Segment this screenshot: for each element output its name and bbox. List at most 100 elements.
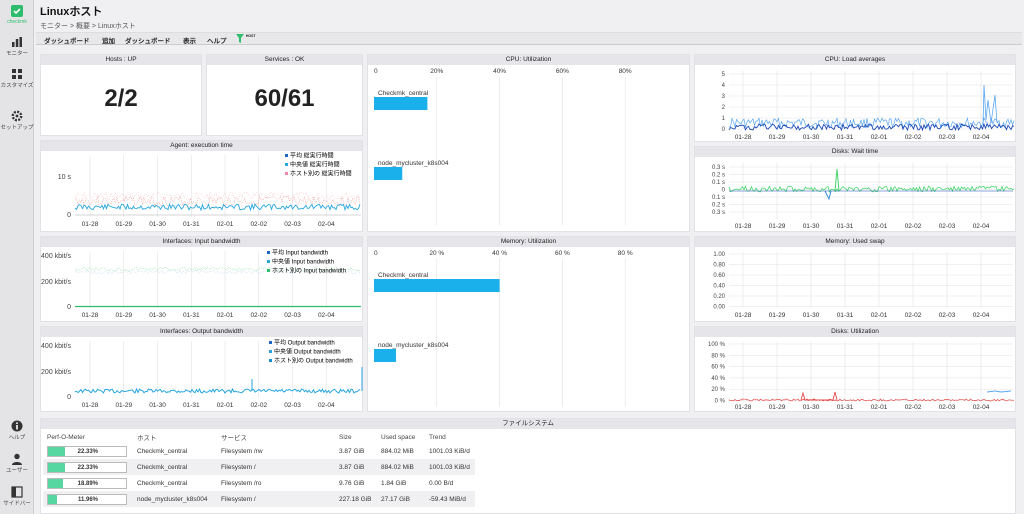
dashlet-title: Interfaces: Input bandwidth: [41, 237, 362, 247]
x-tick-label: 01-28: [82, 402, 99, 409]
memory-utilization-chart[interactable]: 0 20 % 40 % 60 % 80 % Checkmk_central node_myc…: [368, 247, 691, 413]
bar[interactable]: [374, 279, 500, 292]
y-tick: 0.20: [713, 294, 725, 300]
x-tick-label: 60 %: [555, 250, 570, 257]
menu-add[interactable]: 追加: [102, 35, 115, 45]
menu-display[interactable]: 表示: [183, 35, 196, 45]
x-tick-label: 01-30: [149, 221, 166, 228]
y-tick: 0: [67, 212, 71, 219]
y-tick: 0: [722, 127, 726, 133]
sidebar-item-customize[interactable]: カスタマイズ: [0, 68, 34, 89]
x-tick-label: 02-03: [939, 404, 956, 411]
table-row[interactable]: 18.89% Checkmk_central Filesystem /ro 9.7…: [43, 475, 475, 491]
x-tick-label: 80 %: [618, 250, 633, 257]
y-tick: 1.00: [713, 252, 725, 258]
menu-help[interactable]: ヘルプ: [207, 35, 227, 45]
x-tick-label: 01-30: [803, 223, 820, 230]
dashlet-title: Disks: Wait time: [695, 147, 1015, 157]
table-row[interactable]: 22.33% Checkmk_central Filesystem / 3.87 …: [43, 459, 475, 475]
x-tick-label: 01-29: [769, 404, 786, 411]
series-line: [74, 387, 361, 394]
bar-label: Checkmk_central: [378, 90, 429, 97]
input-bandwidth-graph[interactable]: 400 kbit/s 200 kbit/s 0 01-28 01-29 01-30 0…: [41, 247, 364, 323]
svg-text:中央値 総実行時間: 中央値 総実行時間: [290, 161, 340, 169]
dashlet-title: ファイルシステム: [41, 419, 1015, 429]
legend: 平均 総実行時間 中央値 総実行時間 ホスト別の 総実行時間: [285, 152, 352, 178]
filter-icon: [236, 34, 244, 43]
sidebar-item-user[interactable]: ユーザー: [0, 453, 34, 474]
hosts-up-count[interactable]: 2/2: [41, 85, 201, 113]
cpu-utilization-chart[interactable]: 0 20% 40% 60% 80% Checkmk_central node_myclust…: [368, 65, 691, 233]
x-tick-label: 01-31: [837, 312, 854, 319]
y-tick: 2: [722, 105, 726, 111]
svg-text:平均 総実行時間: 平均 総実行時間: [290, 152, 334, 160]
cpu-load-graph[interactable]: 5 4 3 2 1 0 01-28 01-29 01-30 01-31 02-01 02-02 02-…: [695, 65, 1017, 143]
dashlet-title: Services : OK: [207, 55, 362, 65]
sidebar: checkmk モニター カスタマイズ セットアップ ヘルプ ユーザー サイドバ…: [0, 0, 34, 514]
x-tick-label: 01-28: [735, 404, 752, 411]
x-tick-label: 60%: [556, 68, 569, 75]
table-row[interactable]: 22.33% Checkmk_central Filesystem /rw 3.8…: [43, 443, 475, 459]
x-tick-label: 02-02: [905, 134, 922, 141]
x-tick-label: 02-01: [217, 402, 234, 409]
menu-dashboard[interactable]: ダッシュボード: [44, 35, 90, 45]
y-tick: 40 %: [711, 376, 725, 382]
disk-wait-time-graph[interactable]: 0.3 s0.2 s0.1 s00.1 s0.2 s0.3 s 01-28 01-…: [695, 157, 1017, 233]
dashlet-title: Agent: execution time: [41, 141, 362, 151]
bar[interactable]: [374, 97, 428, 110]
agent-exec-time-graph[interactable]: 10 s 0 01-28 01-29 01-30 01-31 02-01 02-02 02-…: [41, 151, 364, 233]
perf-o-meter: 22.33%: [47, 461, 127, 473]
y-tick: 1: [722, 116, 726, 122]
x-tick-label: 01-30: [149, 312, 166, 319]
x-tick-label: 02-01: [217, 221, 234, 228]
sidebar-item-help[interactable]: ヘルプ: [0, 420, 34, 441]
disk-utilization-dashlet: Disks: Utilization 100 % 80 % 60 % 40 % 20 %…: [694, 326, 1016, 412]
x-tick-label: 01-29: [115, 402, 132, 409]
hosts-dashlet[interactable]: Hosts : UP 2/2: [40, 54, 202, 136]
memory-swap-dashlet: Memory: Used swap 1.00 0.80 0.60 0.40 0.20 0.…: [694, 236, 1016, 322]
sidebar-item-setup[interactable]: セットアップ: [0, 110, 34, 131]
y-tick: 5: [722, 72, 726, 78]
filter-button[interactable]: HOST: [236, 34, 256, 45]
bar-label: Checkmk_central: [378, 272, 429, 279]
filesystem-dashlet: ファイルシステム Perf-O-Meter ホスト サービス Size Used…: [40, 418, 1016, 514]
y-tick: 0.80: [713, 263, 725, 269]
checkmk-logo[interactable]: checkmk: [0, 4, 34, 25]
sidebar-item-monitor[interactable]: モニター: [0, 36, 34, 57]
x-tick-label: 02-01: [871, 134, 888, 141]
x-tick-label: 02-01: [871, 404, 888, 411]
x-tick-label: 02-01: [217, 312, 234, 319]
x-tick-label: 20 %: [429, 250, 444, 257]
memory-swap-graph[interactable]: 1.00 0.80 0.60 0.40 0.20 0.00 01-28 01-29 01-30…: [695, 247, 1017, 323]
x-tick-label: 40%: [493, 68, 506, 75]
dashlet-title: CPU: Load averages: [695, 55, 1015, 65]
x-tick-label: 02-03: [939, 223, 956, 230]
x-tick-label: 02-04: [973, 223, 990, 230]
x-tick-label: 01-28: [735, 223, 752, 230]
x-tick-label: 02-02: [905, 312, 922, 319]
x-tick-label: 01-28: [82, 312, 99, 319]
x-tick-label: 01-29: [769, 223, 786, 230]
sidebar-item-sidebar[interactable]: サイドバー: [0, 486, 34, 507]
output-bandwidth-graph[interactable]: 400 kbit/s 200 kbit/s 0 01-28 01-29 01-30 0…: [41, 337, 364, 413]
svg-text:ホスト別の Output bandwidth: ホスト別の Output bandwidth: [274, 357, 353, 365]
services-dashlet[interactable]: Services : OK 60/61: [206, 54, 363, 136]
dashlet-title: Disks: Utilization: [695, 327, 1015, 337]
svg-text:200 kbit/s: 200 kbit/s: [41, 369, 71, 376]
bar[interactable]: [374, 349, 396, 362]
disk-utilization-graph[interactable]: 100 % 80 % 60 % 40 % 20 % 0 % 01-28 01-29 01-30…: [695, 337, 1017, 413]
bar-label: node_mycluster_k8s004: [378, 342, 449, 349]
services-ok-count[interactable]: 60/61: [207, 85, 362, 113]
cpu-load-dashlet: CPU: Load averages 5 4 3 2 1 0 01-28 01-29 01-3…: [694, 54, 1016, 142]
bar[interactable]: [374, 167, 403, 180]
perf-o-meter: 11.96%: [47, 493, 127, 505]
menu-dashboard-2[interactable]: ダッシュボード: [125, 35, 171, 45]
y-tick: 100 %: [708, 342, 726, 348]
perf-o-meter: 22.33%: [47, 445, 127, 457]
gear-icon: [11, 110, 23, 122]
breadcrumb[interactable]: モニター > 概要 > Linuxホスト: [40, 21, 136, 31]
dashlet-title: Memory: Used swap: [695, 237, 1015, 247]
table-row[interactable]: 11.96% node_mycluster_k8s004 Filesystem /…: [43, 491, 475, 507]
y-tick: 0: [722, 188, 726, 194]
x-tick-label: 02-03: [939, 312, 956, 319]
